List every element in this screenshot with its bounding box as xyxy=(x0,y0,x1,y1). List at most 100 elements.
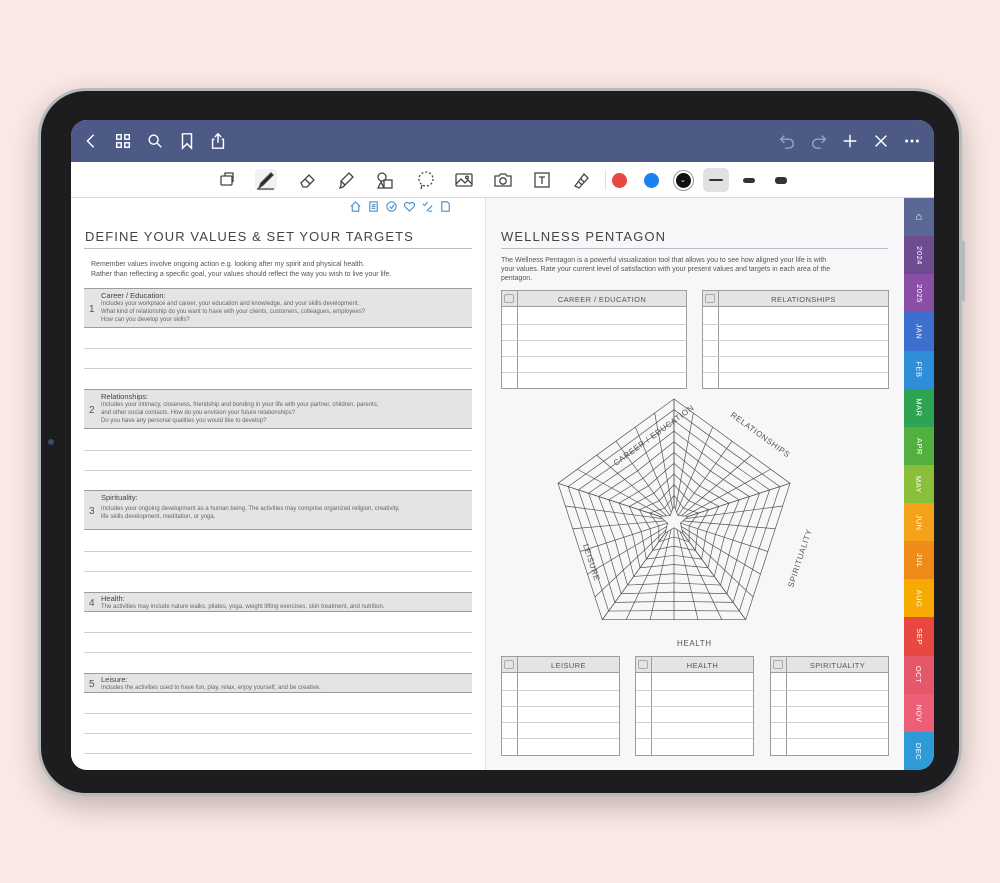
eraser-icon[interactable] xyxy=(297,169,319,191)
color-black[interactable]: ⌄ xyxy=(676,173,691,188)
search-icon[interactable] xyxy=(145,131,165,151)
intro-line-2: Rather than reflecting a specific goal, … xyxy=(91,271,392,278)
title-rule xyxy=(501,248,888,249)
tab-oct[interactable]: OCT xyxy=(904,655,934,695)
tab-sep[interactable]: SEP xyxy=(904,617,934,657)
tab-label: AUG xyxy=(914,589,924,608)
section-spirituality[interactable]: 3 Spirituality: Includes your ongoing de… xyxy=(84,490,472,530)
month-tabs: ⌂ 2024 2025 JAN FEB MAR APR MAY JUN JUL AUG SEP OCT N… xyxy=(904,198,934,770)
pentagon-intro-3: pentagon. xyxy=(501,275,533,282)
tab-aug[interactable]: AUG xyxy=(904,579,934,618)
writing-line[interactable] xyxy=(84,713,472,714)
wellness-pentagon[interactable]: CAREER / EDUCATION RELATIONSHIPS SPIRITU… xyxy=(556,398,836,648)
text-icon[interactable] xyxy=(531,169,553,191)
stroke-medium[interactable] xyxy=(736,168,762,192)
tab-nov[interactable]: NOV xyxy=(904,693,934,733)
tablet-frame: ⌄ DEFINE YOUR VALUES & SET YOUR TARGETS … xyxy=(38,88,965,796)
tab-mar[interactable]: MAR xyxy=(904,388,934,428)
redo-icon[interactable] xyxy=(809,131,829,151)
pentagon-intro-2: your values. Rate your current level of … xyxy=(501,266,831,273)
undo-icon[interactable] xyxy=(777,131,797,151)
writing-line[interactable] xyxy=(84,368,472,369)
box-label: RELATIONSHIPS xyxy=(771,295,836,304)
tab-dec[interactable]: DEC xyxy=(904,731,934,770)
pen-icon[interactable] xyxy=(255,169,277,191)
checklist-icon[interactable] xyxy=(421,200,434,213)
pentagon-intro-1: The Wellness Pentagon is a powerful visu… xyxy=(501,257,827,264)
tab-may[interactable]: MAY xyxy=(904,464,934,504)
box-label: LEISURE xyxy=(551,661,586,670)
tab-label: OCT xyxy=(914,666,924,684)
section-title: Relationships: xyxy=(101,392,149,401)
writing-line[interactable] xyxy=(84,753,472,754)
camera xyxy=(48,439,54,445)
section-career[interactable]: 1 Career / Education: Includes your work… xyxy=(84,288,472,328)
box-relationships[interactable]: RELATIONSHIPS xyxy=(702,290,889,389)
section-number: 5 xyxy=(89,679,95,690)
tab-2024[interactable]: 2024 xyxy=(904,236,934,275)
shapes-icon[interactable] xyxy=(374,169,396,191)
section-relationships[interactable]: 2 Relationships: Includes your intimacy,… xyxy=(84,389,472,429)
bookmark-icon[interactable] xyxy=(177,131,197,151)
stroke-thick[interactable] xyxy=(768,168,794,192)
more-icon[interactable] xyxy=(902,131,922,151)
color-red[interactable] xyxy=(612,173,627,188)
section-number: 2 xyxy=(89,405,95,416)
pentagon-spoke xyxy=(676,426,713,513)
box-health[interactable]: HEALTH xyxy=(635,656,754,756)
grid-icon[interactable] xyxy=(113,131,133,151)
section-leisure[interactable]: 5 Leisure: Includes the activities used … xyxy=(84,673,472,693)
tab-jan[interactable]: JAN xyxy=(904,312,934,352)
tab-label: JUL xyxy=(914,553,924,568)
lasso-select-icon[interactable] xyxy=(216,169,238,191)
home-icon[interactable] xyxy=(349,200,362,213)
tab-home[interactable]: ⌂ xyxy=(904,198,934,237)
section-desc: Do you have any personal qualities you w… xyxy=(101,418,267,424)
tab-apr[interactable]: APR xyxy=(904,426,934,466)
box-leisure[interactable]: LEISURE xyxy=(501,656,620,756)
writing-line[interactable] xyxy=(84,551,472,552)
lasso-icon[interactable] xyxy=(415,169,437,191)
pentagon-spoke xyxy=(683,520,776,530)
close-icon[interactable] xyxy=(871,131,891,151)
writing-line[interactable] xyxy=(84,348,472,349)
tab-jun[interactable]: JUN xyxy=(904,503,934,542)
document-icon[interactable] xyxy=(439,200,452,213)
left-page: DEFINE YOUR VALUES & SET YOUR TARGETS Re… xyxy=(71,198,486,770)
writing-line[interactable] xyxy=(84,571,472,572)
section-health[interactable]: 4 Health: The activities may include nat… xyxy=(84,592,472,612)
writing-line[interactable] xyxy=(84,652,472,653)
writing-line[interactable] xyxy=(84,450,472,451)
pentagon-spoke xyxy=(572,520,665,530)
label-spirituality: SPIRITUALITY xyxy=(786,528,813,589)
box-spirituality[interactable]: SPIRITUALITY xyxy=(770,656,889,756)
color-blue[interactable] xyxy=(644,173,659,188)
back-icon[interactable] xyxy=(81,131,101,151)
image-icon[interactable] xyxy=(453,169,475,191)
camera-icon[interactable] xyxy=(492,169,514,191)
writing-line[interactable] xyxy=(84,733,472,734)
planner-page: DEFINE YOUR VALUES & SET YOUR TARGETS Re… xyxy=(71,198,904,770)
plus-icon[interactable] xyxy=(840,131,860,151)
side-button xyxy=(961,241,965,301)
writing-line[interactable] xyxy=(84,470,472,471)
screen: ⌄ DEFINE YOUR VALUES & SET YOUR TARGETS … xyxy=(71,120,934,770)
tab-jul[interactable]: JUL xyxy=(904,541,934,580)
tab-label: JAN xyxy=(914,323,924,340)
highlighter-icon[interactable] xyxy=(335,169,357,191)
writing-line[interactable] xyxy=(84,632,472,633)
box-career[interactable]: CAREER / EDUCATION xyxy=(501,290,687,389)
pentagon-title: WELLNESS PENTAGON xyxy=(501,229,667,244)
tape-icon[interactable] xyxy=(570,169,592,191)
tab-2025[interactable]: 2025 xyxy=(904,274,934,313)
pentagon-spoke xyxy=(676,529,699,620)
notes-icon[interactable] xyxy=(367,200,380,213)
goals-icon[interactable] xyxy=(385,200,398,213)
heart-icon[interactable] xyxy=(403,200,416,213)
share-icon[interactable] xyxy=(208,131,228,151)
tab-feb[interactable]: FEB xyxy=(904,350,934,390)
stroke-thin[interactable] xyxy=(703,168,729,192)
section-desc: Includes your ongoing development as a h… xyxy=(101,506,400,512)
tab-label: FEB xyxy=(914,361,924,378)
section-title: Spirituality: xyxy=(101,493,138,502)
